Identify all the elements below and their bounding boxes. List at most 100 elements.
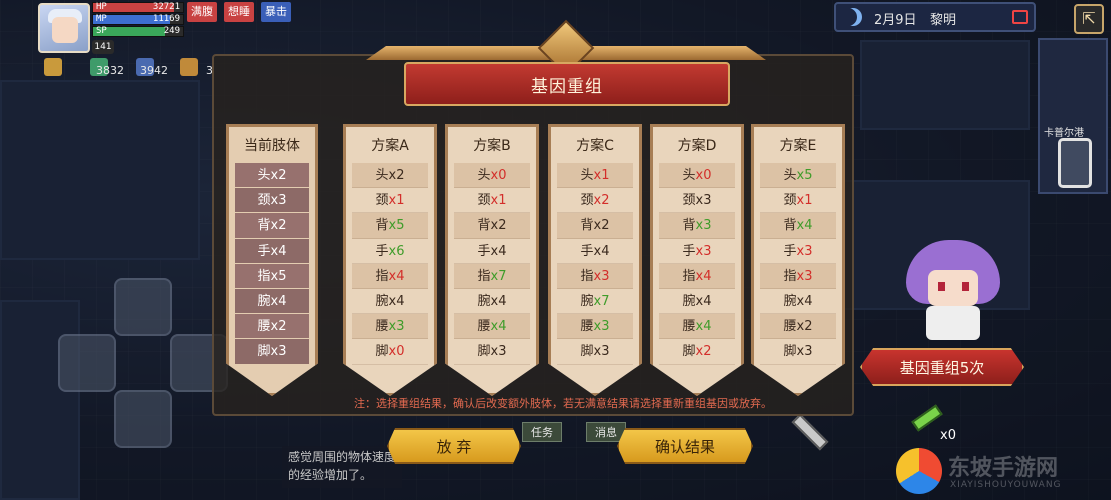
limb-count: x3	[593, 319, 610, 335]
dpad[interactable]	[58, 278, 228, 448]
limb-part: 头	[375, 168, 389, 183]
confirm-result-button[interactable]: 确认结果	[617, 428, 753, 464]
current-limb-row: 指x5	[235, 263, 309, 289]
limb-count: x3	[796, 344, 813, 360]
clock-panel: 2月9日 黎明	[834, 2, 1036, 32]
status-crit[interactable]: 暴击	[261, 2, 291, 22]
dpad-down-button[interactable]	[114, 390, 172, 448]
plan-limb-row: 腰x3	[352, 314, 428, 340]
limb-count: x4	[490, 293, 507, 309]
current-limb-row: 手x4	[235, 238, 309, 264]
limb-part: 腕	[682, 293, 696, 309]
phone-icon[interactable]	[1058, 138, 1092, 188]
plan-limb-row: 指x7	[454, 263, 530, 289]
plan-b-column[interactable]: 方案B 头x0 颈x1 背x2 手x4 指x7 腕x4 腰x4 脚x3	[445, 124, 539, 396]
plan-limb-row: 头x5	[760, 163, 836, 189]
plan-c-header: 方案C	[576, 138, 614, 154]
plan-limb-row: 指x4	[659, 263, 735, 289]
limb-count: x2	[593, 193, 610, 209]
resource-gold-icon	[44, 58, 62, 76]
plan-e-column[interactable]: 方案E 头x5 颈x1 背x4 手x3 指x3 腕x4 腰x2 脚x3	[751, 124, 845, 396]
limb-count: x3	[593, 344, 610, 360]
plan-limb-row: 头x2	[352, 163, 428, 189]
limb-count: x4	[695, 293, 712, 309]
plan-limb-row: 手x3	[659, 239, 735, 264]
plan-limb-row: 颈x3	[659, 188, 735, 214]
plan-d-column[interactable]: 方案D 头x0 颈x3 背x3 手x3 指x4 腕x4 腰x4 脚x2	[650, 124, 744, 396]
limb-count: x4	[796, 218, 813, 234]
plan-limb-row: 头x1	[557, 163, 633, 189]
plan-limb-row: 背x5	[352, 213, 428, 239]
chat-log: 感觉周围的物体速度的经验增加了。	[282, 446, 402, 488]
watermark-text: 东坡手游网	[948, 456, 1059, 481]
limb-count: x3	[796, 268, 813, 284]
limb-part: 手	[580, 243, 594, 259]
sp-bar: SP 249	[92, 26, 184, 37]
plan-limb-row: 背x4	[760, 213, 836, 239]
limb-count: x4	[695, 268, 712, 284]
limb-count: x2	[388, 168, 405, 183]
status-sleepy[interactable]: 想睡	[224, 2, 254, 22]
limb-count: x2	[490, 218, 507, 234]
limb-part: 背	[580, 218, 594, 234]
limb-count: x3	[593, 268, 610, 284]
limb-part: 头	[682, 168, 696, 183]
limb-part: 脚	[580, 344, 594, 360]
limb-count: x3	[695, 243, 712, 259]
plan-limb-row: 腕x7	[557, 289, 633, 315]
plan-limb-row: 腰x4	[454, 314, 530, 340]
limb-part: 腰	[580, 319, 594, 335]
plan-limb-row: 腰x3	[557, 314, 633, 340]
limb-part: 头	[477, 168, 491, 183]
plan-c-column[interactable]: 方案C 头x1 颈x2 背x2 手x4 指x3 腕x7 腰x3 脚x3	[548, 124, 642, 396]
limb-count: x1	[796, 193, 813, 209]
banner-wing-right	[566, 46, 766, 60]
abandon-button[interactable]: 放 弃	[387, 428, 521, 464]
limb-part: 脚	[682, 344, 696, 360]
status-full[interactable]: 满腹	[187, 2, 217, 22]
limb-part: 腰	[477, 319, 491, 335]
plan-limb-row: 颈x1	[454, 188, 530, 214]
plan-limb-row: 腰x4	[659, 314, 735, 340]
limb-count: x2	[593, 218, 610, 234]
plan-limb-row: 手x4	[557, 239, 633, 264]
plan-limb-row: 手x3	[760, 239, 836, 264]
limb-count: x5	[388, 218, 405, 234]
limb-part: 指	[682, 268, 696, 284]
player-avatar[interactable]	[38, 3, 90, 53]
limb-part: 腕	[783, 293, 797, 309]
plan-limb-row: 脚x0	[352, 339, 428, 365]
limb-count: x7	[490, 268, 507, 284]
tab-message[interactable]: 消息	[586, 422, 626, 442]
limb-part: 腕	[477, 293, 491, 309]
tab-task[interactable]: 任务	[522, 422, 562, 442]
plan-c-list: 头x1 颈x2 背x2 手x4 指x3 腕x7 腰x3 脚x3	[557, 163, 633, 365]
recombine-count-button[interactable]: 基因重组5次	[860, 348, 1024, 386]
plan-a-column[interactable]: 方案A 头x2 颈x1 背x5 手x6 指x4 腕x4 腰x3 脚x0	[343, 124, 437, 396]
plan-d-list: 头x0 颈x3 背x3 手x3 指x4 腕x4 腰x4 脚x2	[659, 163, 735, 365]
plan-limb-row: 背x2	[557, 213, 633, 239]
limb-count: x0	[695, 168, 712, 183]
mp-bar: MP 11169	[92, 14, 184, 25]
panel-title: 基因重组	[404, 62, 730, 106]
plan-limb-row: 脚x2	[659, 339, 735, 365]
limb-part: 颈	[682, 193, 696, 209]
plan-limb-row: 颈x2	[557, 188, 633, 214]
resource-brown-icon	[180, 58, 198, 76]
hp-value: 32721	[152, 2, 180, 12]
limb-count: x2	[796, 319, 813, 335]
dpad-up-button[interactable]	[114, 278, 172, 336]
limb-count: x4	[593, 243, 610, 259]
watermark-logo-icon	[896, 448, 942, 494]
limb-part: 手	[682, 243, 696, 259]
level-badge: 141	[92, 40, 114, 54]
limb-count: x3	[695, 193, 712, 209]
limb-count: x4	[490, 319, 507, 335]
limb-part: 头	[783, 168, 797, 183]
character-coat	[926, 306, 980, 340]
exit-icon[interactable]: ⇱	[1074, 4, 1104, 34]
dpad-left-button[interactable]	[58, 334, 116, 392]
location-label: 卡普尔港	[1044, 128, 1084, 139]
limb-count: x5	[796, 168, 813, 183]
current-limb-row: 腰x2	[235, 314, 309, 340]
